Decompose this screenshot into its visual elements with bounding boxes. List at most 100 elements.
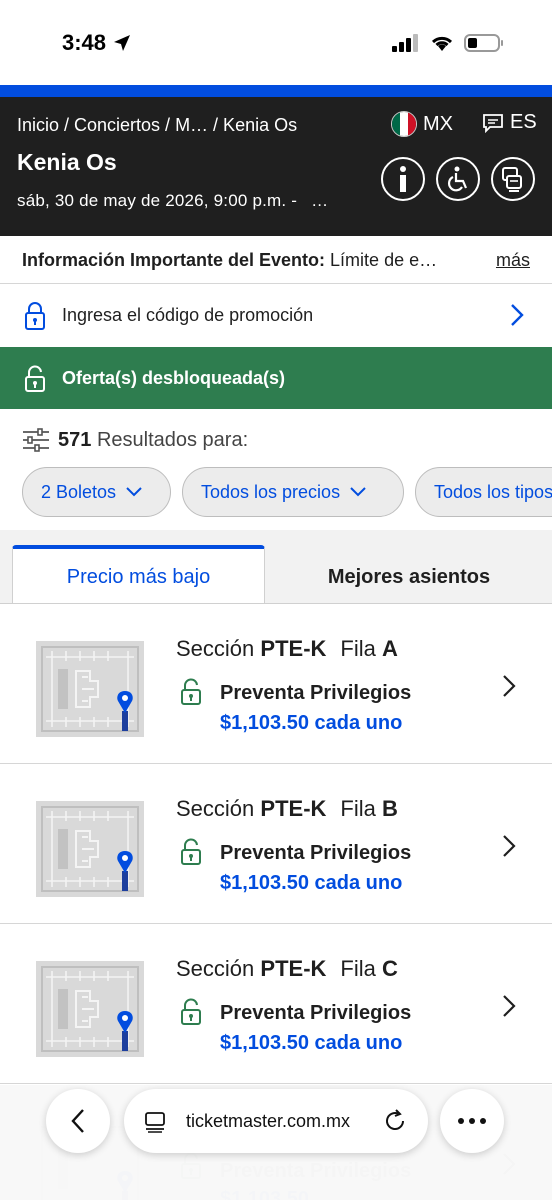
listing-section: Sección PTE-K Fila A — [176, 636, 398, 662]
chevron-right-icon — [503, 995, 516, 1017]
wheelchair-icon — [448, 166, 468, 192]
sort-tabs: Precio más bajo Mejores asientos — [0, 530, 552, 605]
promo-code-label: Ingresa el código de promoción — [62, 305, 314, 325]
listing-price: $1,103.50 cada uno — [220, 712, 403, 734]
breadcrumb[interactable]: Inicio / Conciertos / M… / Kenia Os — [17, 115, 297, 136]
venue-map — [36, 641, 144, 737]
battery-icon — [464, 34, 503, 52]
section-word: Sección — [176, 796, 255, 821]
listing-price: $1,103.50 cada uno — [220, 1032, 403, 1054]
offer-unlocked-banner[interactable]: Oferta(s) desbloqueada(s) — [0, 347, 552, 409]
browser-toolbar: ticketmaster.com.mx — [0, 1085, 552, 1200]
results-count: 571 — [58, 428, 92, 451]
results-summary: 571 Resultados para: — [22, 428, 248, 452]
chevron-right-icon — [503, 835, 516, 857]
address-bar[interactable]: ticketmaster.com.mx — [124, 1089, 428, 1153]
price-filter-label: Todos los precios — [201, 481, 341, 502]
venue-map — [36, 801, 144, 897]
price-filter-chip[interactable]: Todos los precios — [182, 467, 404, 517]
lock-icon — [25, 302, 45, 330]
ticket-type-filter-label: Todos los tipos — [434, 481, 552, 502]
status-time: 3:48 — [62, 30, 132, 56]
country-code: MX — [423, 112, 453, 135]
back-button[interactable] — [46, 1089, 110, 1153]
unlocked-lock-icon — [181, 998, 201, 1025]
wifi-icon — [431, 36, 453, 51]
row-letter: C — [381, 956, 398, 981]
presale-label: Preventa Privilegios — [220, 1002, 412, 1024]
venue-map-thumbnail — [36, 641, 144, 737]
language-code: ES — [510, 111, 537, 133]
section-word: Sección — [176, 636, 255, 661]
row-word: Fila — [340, 796, 376, 821]
important-info-snippet: Límite de e… — [330, 250, 438, 270]
info-icon — [400, 166, 406, 192]
chat-bubble-icon — [483, 113, 503, 133]
status-icons — [392, 33, 504, 53]
mexico-flag-icon — [391, 111, 417, 137]
promo-code-row[interactable]: Ingresa el código de promoción — [0, 285, 552, 347]
tab-lowest-price[interactable]: Precio más bajo — [12, 545, 265, 605]
info-more-link[interactable]: más — [496, 250, 530, 271]
venue-map-thumbnail — [36, 801, 144, 897]
accessibility-button[interactable] — [436, 157, 480, 201]
section-word: Sección — [176, 956, 255, 981]
filter-sliders-icon[interactable] — [22, 428, 50, 452]
section-code: PTE-K — [260, 956, 327, 981]
chevron-right-icon — [503, 675, 516, 697]
more-options-button[interactable] — [440, 1089, 504, 1153]
country-selector[interactable]: MX — [391, 111, 453, 137]
tickets-filter-chip[interactable]: 2 Boletos — [22, 467, 171, 517]
chevron-down-icon — [350, 487, 366, 497]
unlocked-lock-icon — [181, 838, 201, 865]
important-info-row: Información Importante del Evento: Límit… — [0, 236, 552, 284]
seat-view-button[interactable] — [491, 157, 535, 201]
event-title: Kenia Os — [17, 149, 117, 175]
offer-unlocked-label: Oferta(s) desbloqueada(s) — [62, 368, 286, 388]
chevron-left-icon — [71, 1109, 84, 1133]
row-word: Fila — [340, 956, 376, 981]
row-letter: A — [381, 636, 398, 661]
location-arrow-icon — [114, 35, 131, 51]
ticket-type-filter-chip[interactable]: Todos los tipos — [415, 467, 552, 517]
unlocked-lock-icon — [25, 365, 45, 392]
listing-section: Sección PTE-K Fila C — [176, 956, 398, 982]
chevron-right-icon — [511, 304, 524, 326]
status-bar: 3:48 — [0, 0, 552, 85]
section-code: PTE-K — [260, 796, 327, 821]
seat-map-icon — [502, 167, 522, 192]
section-code: PTE-K — [260, 636, 327, 661]
event-date: sáb, 30 de may de 2026, 9:00 p.m. - … — [17, 191, 328, 211]
ticket-listing[interactable]: Sección PTE-K Fila A Preventa Privilegios… — [0, 604, 552, 764]
event-header: Inicio / Conciertos / M… / Kenia Os MX E… — [0, 97, 552, 236]
filter-chips: 2 Boletos Todos los precios Todos los ti… — [22, 467, 552, 517]
row-letter: B — [381, 796, 398, 821]
language-selector[interactable]: ES — [482, 111, 537, 134]
row-word: Fila — [340, 636, 376, 661]
tabs-list-icon — [145, 1112, 165, 1133]
tab-best-seats[interactable]: Mejores asientos — [266, 549, 552, 605]
event-date-text: sáb, 30 de may de 2026, 9:00 p.m. - — [17, 191, 298, 210]
presale-label: Preventa Privilegios — [220, 682, 412, 704]
results-label: Resultados para: — [96, 428, 249, 451]
info-button[interactable] — [381, 157, 425, 201]
ticket-listing[interactable]: Sección PTE-K Fila C Preventa Privilegios… — [0, 924, 552, 1084]
tickets-filter-label: 2 Boletos — [41, 481, 117, 502]
clock-text: 3:48 — [62, 30, 107, 55]
ellipsis-icon — [458, 1118, 486, 1124]
presale-label: Preventa Privilegios — [220, 842, 412, 864]
ticket-listing[interactable]: Sección PTE-K Fila B Preventa Privilegios… — [0, 764, 552, 924]
event-date-more: … — [311, 191, 329, 210]
important-info-text: Información Importante del Evento: Límit… — [22, 250, 437, 271]
reload-icon[interactable] — [382, 1108, 408, 1134]
brand-bar — [0, 85, 552, 97]
venue-map — [36, 961, 144, 1057]
venue-map-thumbnail — [36, 961, 144, 1057]
url-text: ticketmaster.com.mx — [186, 1111, 351, 1131]
signal-icon — [392, 34, 418, 52]
important-info-label: Información Importante del Evento: — [22, 250, 326, 270]
unlocked-lock-icon — [181, 678, 201, 705]
listing-price: $1,103.50 cada uno — [220, 872, 403, 894]
chevron-down-icon — [126, 487, 142, 497]
listing-section: Sección PTE-K Fila B — [176, 796, 398, 822]
